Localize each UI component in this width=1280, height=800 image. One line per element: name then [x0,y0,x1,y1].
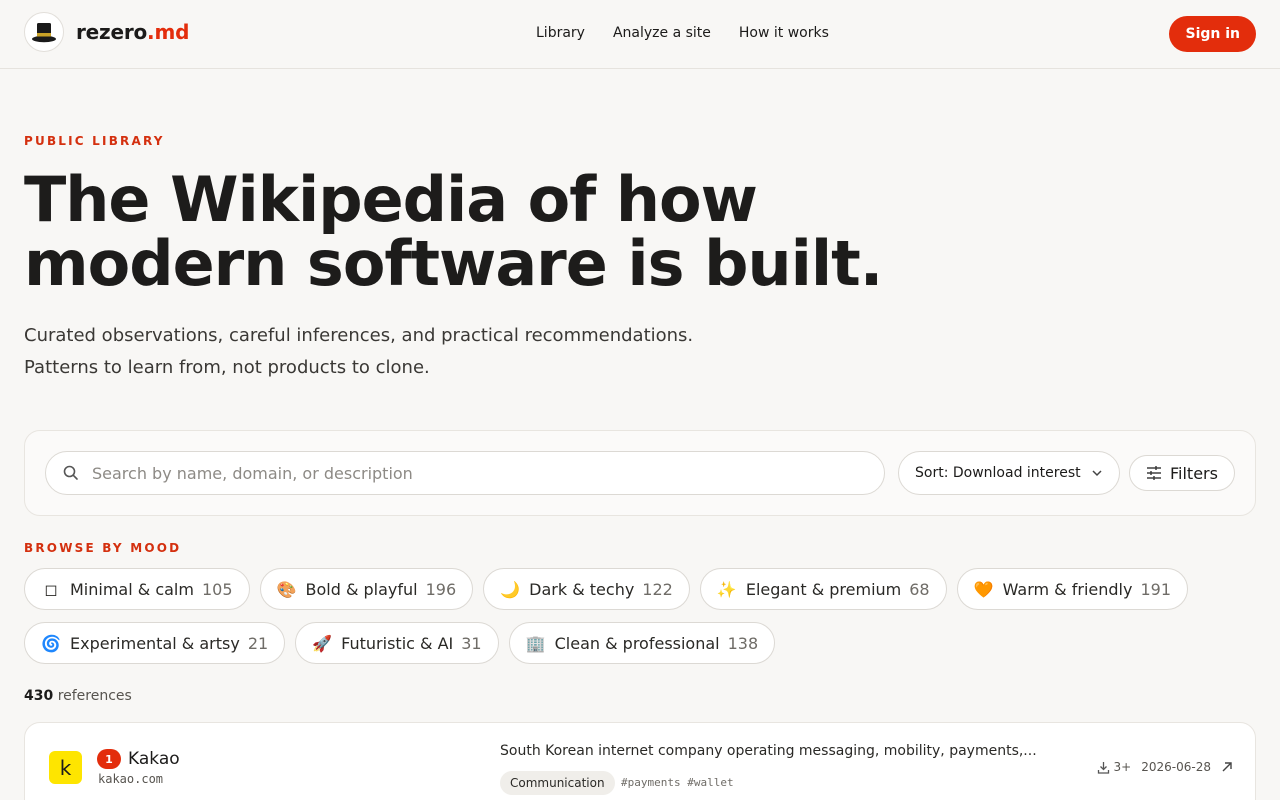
mood-chip-warm-friendly[interactable]: 🧡 Warm & friendly 191 [956,568,1188,610]
palette-icon: 🎨 [276,579,297,599]
top-bar: rezero.md Library Analyze a site How it … [0,0,1280,69]
mood-chip-futuristic-ai[interactable]: 🚀 Futuristic & AI 31 [295,622,499,664]
search-icon [63,465,78,480]
card-title: Kakao [128,749,180,769]
brand-name: rezero.md [76,20,189,44]
nav-library[interactable]: Library [536,25,585,41]
mood-chip-label: Dark & techy [529,579,635,599]
mood-chip-count: 21 [247,633,269,653]
mood-chip-count: 196 [425,579,457,599]
moon-icon: 🌙 [500,579,521,599]
mood-chip-elegant-premium[interactable]: ✨ Elegant & premium 68 [699,568,947,610]
page-subtitle: Curated observations, careful inferences… [24,320,693,384]
card-description: South Korean internet company operating … [500,743,1037,759]
mood-chip-minimal-calm[interactable]: ◻ Minimal & calm 105 [24,568,250,610]
section-kicker: PUBLIC LIBRARY [24,134,165,148]
top-hat-logo-icon [24,12,64,52]
reference-count-label: references [57,688,132,704]
card-domain: kakao.com [98,772,164,786]
mood-kicker: BROWSE BY MOOD [24,541,182,555]
mood-chip-label: Clean & professional [554,633,720,653]
sliders-icon [1147,466,1161,480]
mood-chip-count: 105 [201,579,233,599]
cyclone-icon: 🌀 [41,633,61,653]
mood-chip-count: 68 [909,579,930,599]
card-meta: 3+ 2026-06-28 [1097,760,1233,774]
card-tags: #payments #wallet [621,776,734,789]
subtitle-line-2: Patterns to learn from, not products to … [24,357,430,378]
nav-how-it-works[interactable]: How it works [739,25,829,41]
page-headline: The Wikipedia of how modern software is … [24,168,1024,296]
rocket-icon: 🚀 [312,633,333,653]
main-nav: Library Analyze a site How it works [536,25,829,41]
office-building-icon: 🏢 [525,633,546,653]
mood-chip-label: Minimal & calm [70,579,194,599]
download-icon [1097,761,1109,774]
external-link-arrow-icon[interactable] [1221,761,1233,773]
nav-analyze-site[interactable]: Analyze a site [613,25,711,41]
mood-chip-dark-techy[interactable]: 🌙 Dark & techy 122 [483,568,690,610]
category-tag[interactable]: Communication [500,771,615,795]
brand-name-text: rezero [76,20,148,44]
reference-count: 430 references [24,688,132,704]
chevron-down-icon [1092,470,1102,477]
square-icon: ◻ [44,579,58,599]
subtitle-line-1: Curated observations, careful inferences… [24,325,694,346]
mood-chip-count: 191 [1140,579,1171,599]
mood-chip-count: 31 [461,633,482,653]
mood-chip-label: Warm & friendly [1002,579,1133,599]
rank-badge: 1 [97,749,121,769]
search-input[interactable] [92,463,852,483]
brand-logo-link[interactable]: rezero.md [24,12,189,52]
sign-in-button[interactable]: Sign in [1169,16,1256,52]
sparkles-icon: ✨ [716,579,737,599]
heart-icon: 🧡 [973,579,994,599]
mood-chip-label: Experimental & artsy [70,633,240,653]
download-count-value: 3+ [1113,760,1132,774]
mood-chip-label: Bold & playful [305,579,418,599]
mood-chip-clean-professional[interactable]: 🏢 Clean & professional 138 [508,622,776,664]
reference-card[interactable]: k 1 Kakao kakao.com South Korean interne… [24,722,1256,800]
mood-chip-label: Futuristic & AI [341,633,454,653]
search-box [45,451,885,495]
card-date: 2026-06-28 [1141,760,1211,774]
mood-chip-count: 138 [727,633,759,653]
kakao-logo-icon: k [49,751,82,784]
download-count: 3+ [1097,760,1132,774]
headline-line-2: modern software is built. [24,227,883,300]
sort-label: Sort: Download interest [915,465,1081,481]
sort-dropdown[interactable]: Sort: Download interest [898,451,1120,495]
search-panel: Sort: Download interest Filters [24,430,1256,516]
mood-chip-experimental-artsy[interactable]: 🌀 Experimental & artsy 21 [24,622,286,664]
mood-chip-count: 122 [642,579,673,599]
filters-button[interactable]: Filters [1129,455,1235,491]
brand-name-suffix: .md [147,20,190,44]
mood-chip-bold-playful[interactable]: 🎨 Bold & playful 196 [259,568,474,610]
mood-chip-label: Elegant & premium [745,579,902,599]
headline-line-1: The Wikipedia of how [24,163,758,236]
mood-chip-list: ◻ Minimal & calm 105 🎨 Bold & playful 19… [24,568,1256,664]
filters-label: Filters [1170,463,1218,483]
reference-count-number: 430 [24,688,54,704]
